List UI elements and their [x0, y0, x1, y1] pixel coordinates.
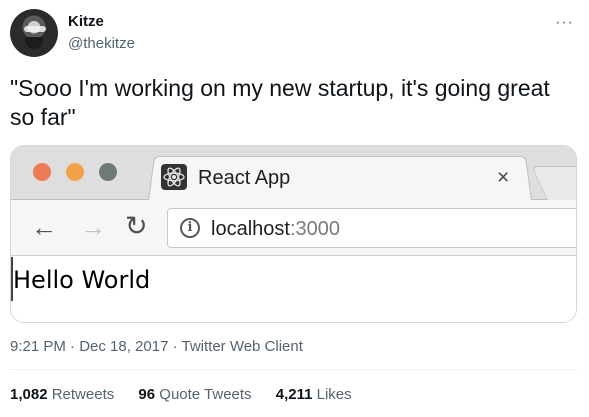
window-close-dot: [33, 163, 51, 181]
url-port: :3000: [289, 218, 340, 240]
page-text: Hello World: [13, 266, 151, 294]
browser-titlebar: React App ×: [11, 146, 576, 201]
info-icon: i: [180, 218, 200, 238]
react-logo-icon: [161, 164, 187, 190]
window-maximize-dot: [99, 163, 117, 181]
retweets-label: Retweets: [51, 386, 115, 403]
author-handle[interactable]: @thekitze: [68, 35, 135, 52]
address-bar: i localhost:3000: [167, 208, 576, 248]
likes-label: Likes: [316, 386, 352, 403]
tweet-stats: 1,082 Retweets 96 Quote Tweets 4,211 Lik…: [10, 386, 372, 403]
back-arrow-icon: ←: [31, 212, 57, 242]
tweet-text: "Sooo I'm working on my new startup, it'…: [10, 75, 550, 130]
likes-stat[interactable]: 4,211 Likes: [276, 386, 352, 403]
quotes-label: Quote Tweets: [159, 386, 252, 403]
divider: [10, 369, 577, 370]
forward-arrow-icon: →: [80, 212, 106, 242]
author-name[interactable]: Kitze: [68, 13, 104, 30]
tab-title: React App: [198, 167, 291, 189]
retweets-count: 1,082: [10, 386, 48, 403]
url-host: localhost: [211, 218, 290, 240]
screenshot-card[interactable]: React App × ← → ↻ i localhost:3000 Hello…: [10, 145, 577, 323]
url-text: localhost:3000: [211, 218, 340, 241]
reload-icon: ↻: [125, 211, 148, 241]
avatar-beard: [25, 37, 43, 49]
avatar-glasses: [24, 26, 46, 32]
quotes-count: 96: [138, 386, 156, 403]
browser-toolbar: ← → ↻ i localhost:3000: [11, 200, 576, 256]
tab-content: React App ×: [161, 160, 521, 200]
avatar[interactable]: [10, 9, 58, 57]
retweets-stat[interactable]: 1,082 Retweets: [10, 386, 114, 403]
new-tab-shape: [531, 166, 576, 200]
close-icon: ×: [497, 166, 510, 189]
window-minimize-dot: [66, 163, 84, 181]
more-horizontal-icon[interactable]: ···: [555, 14, 574, 32]
tweet-timestamp[interactable]: 9:21 PM · Dec 18, 2017 · Twitter Web Cli…: [10, 338, 303, 355]
likes-count: 4,211: [275, 386, 313, 403]
browser-page: Hello World: [11, 257, 576, 322]
quote-tweets-stat[interactable]: 96 Quote Tweets: [138, 386, 251, 403]
